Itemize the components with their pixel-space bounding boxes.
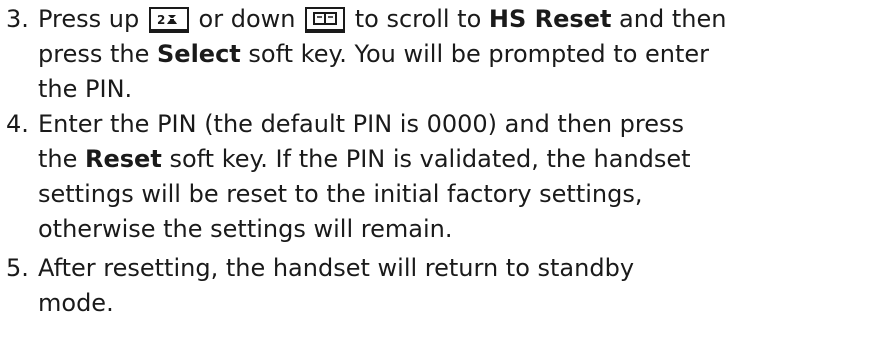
- step-text: soft key. You will be prompted to enter: [240, 40, 710, 68]
- step-line: Enter the PIN (the default PIN is 0000) …: [38, 110, 685, 138]
- step-text: soft key. If the PIN is validated, the h…: [161, 145, 691, 173]
- redial-phone-icon: 2: [157, 13, 177, 27]
- step-line: press the Select soft key. You will be p…: [38, 37, 709, 72]
- step-text: press the: [38, 40, 157, 68]
- down-key-button: [305, 7, 346, 33]
- step-text: or down: [198, 5, 296, 33]
- soft-key-name: Reset: [85, 145, 162, 173]
- step-text: to scroll to: [354, 5, 489, 33]
- svg-text:2: 2: [157, 13, 165, 27]
- phonebook-icon: [313, 12, 338, 25]
- step-line: After resetting, the handset will return…: [38, 254, 635, 282]
- step-line: Press up 2 or down to scroll to HS Reset…: [38, 2, 726, 37]
- step-line: mode.: [38, 289, 114, 317]
- instruction-page: 3. Press up 2 or down to scroll to HS Re…: [0, 0, 875, 359]
- step-number: 4.: [6, 110, 29, 138]
- step-text: the: [38, 145, 86, 173]
- step-text: Press up: [38, 5, 140, 33]
- step-line: the Reset soft key. If the PIN is valida…: [38, 142, 691, 177]
- step-text: and then: [611, 5, 727, 33]
- menu-item-name: HS Reset: [488, 5, 612, 33]
- step-line: the PIN.: [38, 75, 133, 103]
- soft-key-name: Select: [157, 40, 241, 68]
- step-line: otherwise the settings will remain.: [38, 215, 453, 243]
- step-number: 5.: [6, 254, 29, 282]
- up-key-button: 2: [148, 7, 189, 33]
- step-line: settings will be reset to the initial fa…: [38, 180, 643, 208]
- step-number: 3.: [6, 5, 29, 33]
